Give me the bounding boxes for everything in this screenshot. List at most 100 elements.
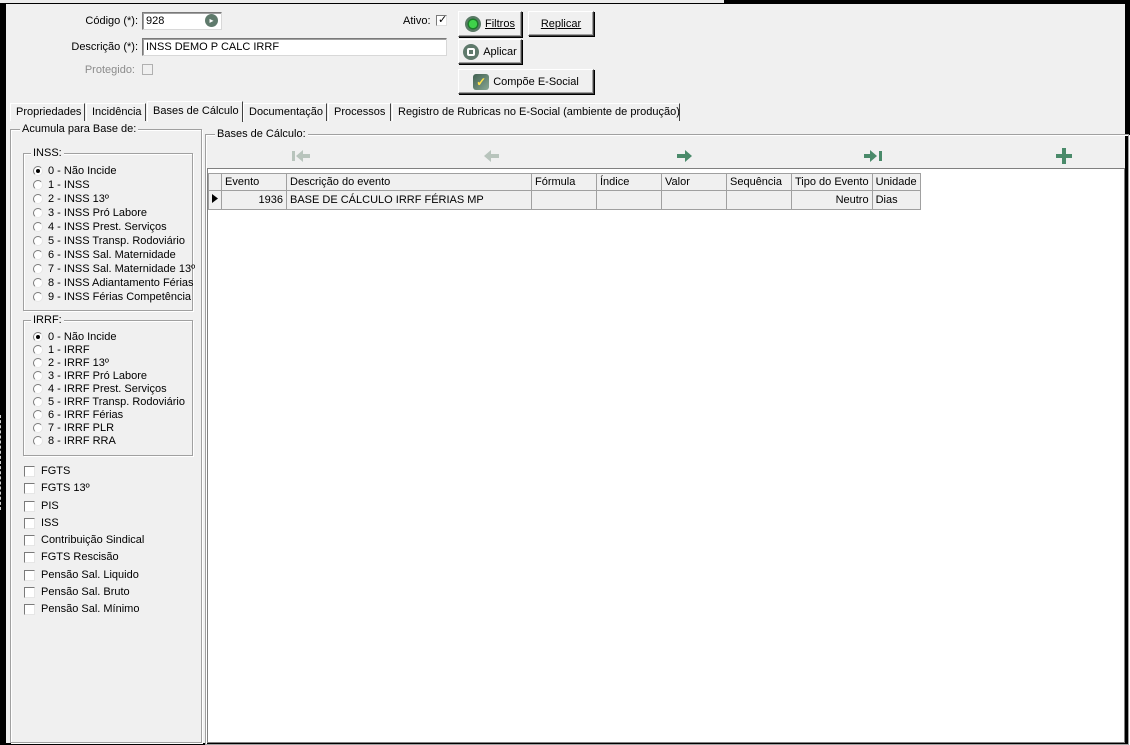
irrf-option-label: 8 - IRRF RRA bbox=[48, 435, 116, 447]
inss-option-label: 2 - INSS 13º bbox=[48, 193, 109, 205]
inss-option-label: 7 - INSS Sal. Maternidade 13º bbox=[48, 263, 196, 275]
checkbox-label: FGTS Rescisão bbox=[41, 551, 119, 563]
filtros-label: Filtros bbox=[485, 18, 515, 30]
bases-calculo-grid[interactable]: Evento Descrição do evento Fórmula Índic… bbox=[207, 168, 1125, 743]
col-sequencia[interactable]: Sequência bbox=[726, 173, 792, 191]
checkbox-box bbox=[24, 570, 35, 581]
checkbox-box bbox=[24, 604, 35, 615]
inss-option-label: 4 - INSS Prest. Serviços bbox=[48, 221, 167, 233]
tab-processos[interactable]: Processos bbox=[328, 103, 391, 121]
cell-unidade[interactable]: Dias bbox=[871, 190, 921, 210]
codigo-value: 928 bbox=[146, 15, 165, 27]
splitter-handle[interactable] bbox=[0, 415, 5, 510]
checkbox-label: Pensão Sal. Mínimo bbox=[41, 603, 140, 615]
irrf-options: 0 - Não Incide 1 - IRRF 2 - IRRF 13º 3 -… bbox=[33, 331, 193, 451]
cell-descricao[interactable]: BASE DE CÁLCULO IRRF FÉRIAS MP bbox=[286, 190, 532, 210]
nav-first-button[interactable] bbox=[289, 148, 313, 164]
codigo-field[interactable]: 928 ▸ bbox=[142, 12, 222, 30]
col-evento[interactable]: Evento bbox=[221, 173, 287, 191]
tab-documentacao[interactable]: Documentação bbox=[243, 103, 327, 121]
inss-title: INSS: bbox=[31, 147, 64, 159]
col-valor[interactable]: Valor bbox=[661, 173, 727, 191]
nav-last-button[interactable] bbox=[862, 148, 886, 164]
tab-registro-esocial[interactable]: Registro de Rubricas no E-Social (ambien… bbox=[392, 103, 680, 121]
irrf-option-label: 3 - IRRF Pró Labore bbox=[48, 370, 148, 382]
checkbox-box bbox=[24, 501, 35, 512]
col-descricao[interactable]: Descrição do evento bbox=[286, 173, 532, 191]
aplicar-label: Aplicar bbox=[483, 45, 517, 58]
irrf-option-label: 4 - IRRF Prest. Serviços bbox=[48, 383, 167, 395]
checkbox-label: Contribuição Sindical bbox=[41, 534, 145, 546]
irrf-option-label: 6 - IRRF Férias bbox=[48, 409, 124, 421]
irrf-option-label: 7 - IRRF PLR bbox=[48, 422, 115, 434]
title-bar-edge bbox=[0, 0, 724, 3]
filtros-button[interactable]: Filtros bbox=[458, 11, 522, 37]
apply-icon bbox=[463, 43, 480, 60]
radio-dot bbox=[33, 345, 43, 355]
cell-sequencia[interactable] bbox=[726, 190, 792, 210]
first-icon bbox=[292, 150, 310, 162]
replicar-button[interactable]: Replicar bbox=[528, 11, 594, 36]
tab-bases-de-calculo[interactable]: Bases de Cálculo bbox=[147, 101, 243, 122]
inss-option-label: 3 - INSS Pró Labore bbox=[48, 207, 148, 219]
base-checkboxes: FGTS FGTS 13º PIS ISS Contribuição Sindi… bbox=[24, 465, 194, 625]
checkbox-box bbox=[24, 552, 35, 563]
radio-dot bbox=[33, 194, 43, 204]
codigo-label: Código (*): bbox=[85, 15, 138, 27]
cell-valor[interactable] bbox=[661, 190, 727, 210]
row-indicator-icon bbox=[208, 190, 222, 210]
radio-dot bbox=[33, 180, 43, 190]
cell-evento[interactable]: 1936 bbox=[221, 190, 287, 210]
col-unidade[interactable]: Unidade bbox=[871, 173, 921, 191]
aplicar-button[interactable]: Aplicar bbox=[458, 39, 522, 64]
checkbox-label: FGTS 13º bbox=[41, 482, 90, 494]
tab-propriedades-label: Propriedades bbox=[16, 106, 82, 118]
irrf-title: IRRF: bbox=[31, 314, 64, 326]
cell-formula[interactable] bbox=[531, 190, 597, 210]
nav-next-button[interactable] bbox=[672, 148, 696, 164]
ativo-check-mark: ✓ bbox=[438, 14, 448, 26]
checkbox-label: PIS bbox=[41, 500, 59, 512]
protegido-checkbox[interactable] bbox=[142, 64, 153, 75]
cell-indice[interactable] bbox=[596, 190, 662, 210]
tab-documentacao-label: Documentação bbox=[249, 106, 323, 118]
col-indice[interactable]: Índice bbox=[596, 173, 662, 191]
cell-tipo-evento[interactable]: Neutro bbox=[791, 190, 873, 210]
plus-icon bbox=[1056, 148, 1072, 164]
tab-propriedades[interactable]: Propriedades bbox=[10, 103, 85, 121]
col-formula[interactable]: Fórmula bbox=[531, 173, 597, 191]
descricao-field[interactable]: INSS DEMO P CALC IRRF bbox=[142, 38, 447, 56]
nav-prior-button[interactable] bbox=[480, 148, 504, 164]
filter-icon bbox=[465, 16, 482, 32]
nav-add-button[interactable] bbox=[1052, 148, 1076, 164]
replicar-label: Replicar bbox=[540, 17, 582, 30]
checkbox-label: Pensão Sal. Liquido bbox=[41, 569, 139, 581]
checkbox-box bbox=[24, 535, 35, 546]
tab-processos-label: Processos bbox=[334, 106, 386, 118]
radio-dot bbox=[33, 384, 43, 394]
tab-incidencia[interactable]: Incidência bbox=[86, 103, 146, 121]
radio-dot bbox=[33, 358, 43, 368]
lookup-icon[interactable]: ▸ bbox=[205, 14, 218, 27]
compoe-esocial-button[interactable]: ✓ Compõe E-Social bbox=[458, 69, 594, 94]
checkbox-label: ISS bbox=[41, 517, 59, 529]
checkbox-box bbox=[24, 587, 35, 598]
protegido-label: Protegido: bbox=[84, 64, 135, 76]
grid-header-row: Evento Descrição do evento Fórmula Índic… bbox=[208, 173, 921, 191]
ativo-checkbox[interactable]: ✓ bbox=[436, 14, 448, 26]
radio-dot bbox=[33, 332, 43, 342]
grid-table: Evento Descrição do evento Fórmula Índic… bbox=[208, 173, 921, 210]
last-icon bbox=[864, 150, 882, 162]
radio-dot bbox=[33, 208, 43, 218]
col-tipo-evento[interactable]: Tipo do Evento bbox=[791, 173, 873, 191]
inss-option-label: 0 - Não Incide bbox=[48, 165, 117, 177]
checkbox-label: FGTS bbox=[41, 465, 71, 477]
tab-incidencia-label: Incidência bbox=[92, 106, 142, 118]
checkbox-box bbox=[24, 518, 35, 529]
bases-calculo-title: Bases de Cálculo: bbox=[215, 128, 308, 140]
radio-dot bbox=[33, 236, 43, 246]
radio-dot bbox=[33, 222, 43, 232]
radio-dot bbox=[33, 371, 43, 381]
checkbox-box bbox=[24, 483, 35, 494]
table-row[interactable]: 1936 BASE DE CÁLCULO IRRF FÉRIAS MP Neut… bbox=[208, 190, 921, 210]
